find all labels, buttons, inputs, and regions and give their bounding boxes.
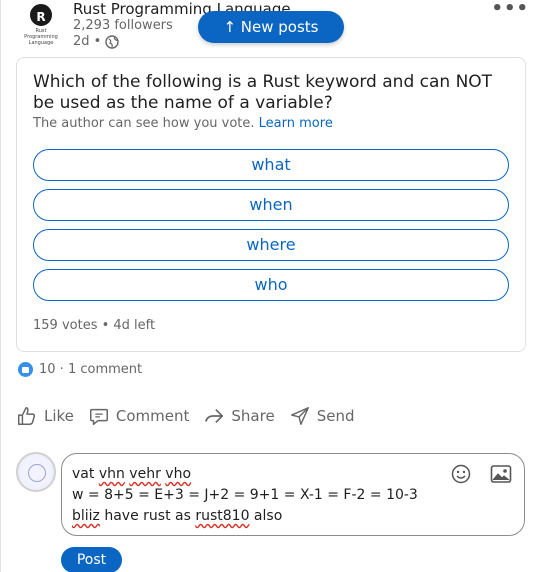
poll-option-what[interactable]: what — [33, 149, 509, 181]
comment-draft-text[interactable]: vat vhn vehr vho w = 8+5 = E+3 = J+2 = 9… — [72, 464, 442, 527]
poll-note-text: The author can see how you vote. — [33, 116, 255, 131]
share-label: Share — [231, 407, 275, 425]
poll-card: Which of the following is a Rust keyword… — [16, 57, 526, 352]
comment-icon — [89, 408, 108, 425]
post-button[interactable]: Post — [61, 547, 122, 572]
poll-option-where[interactable]: where — [33, 229, 509, 261]
send-button[interactable]: Send — [289, 405, 355, 427]
comment-button[interactable]: Comment — [88, 405, 190, 427]
follower-count: 2,293 followers — [73, 18, 173, 33]
new-posts-button[interactable]: ↑ New posts — [198, 11, 344, 43]
like-label: Like — [44, 407, 74, 425]
action-bar: Like Comment Share Send — [16, 403, 368, 429]
poll-option-when[interactable]: when — [33, 189, 509, 221]
like-reaction-icon — [18, 362, 33, 377]
send-label: Send — [316, 407, 355, 425]
learn-more-link[interactable]: Learn more — [259, 116, 333, 131]
logo-caption: Rust Programming Language — [24, 28, 58, 46]
emoji-icon[interactable] — [451, 464, 471, 484]
poll-note: The author can see how you vote. Learn m… — [33, 116, 333, 131]
more-icon[interactable]: ••• — [491, 0, 529, 19]
poll-option-who[interactable]: who — [33, 269, 509, 301]
like-icon — [18, 407, 36, 425]
comment-input[interactable]: vat vhn vehr vho w = 8+5 = E+3 = J+2 = 9… — [61, 453, 525, 536]
reaction-comment-count[interactable]: 10 · 1 comment — [39, 362, 142, 377]
comment-line-1: vat vhn vehr vho — [72, 466, 192, 482]
comment-label: Comment — [115, 407, 190, 425]
group-logo[interactable]: R Rust Programming Language — [18, 4, 64, 46]
send-icon — [290, 407, 309, 425]
post-age: 2d • — [73, 34, 102, 49]
share-icon — [205, 408, 224, 424]
rust-logo-icon: R — [30, 4, 52, 26]
avatar[interactable] — [16, 452, 56, 492]
poll-question: Which of the following is a Rust keyword… — [33, 72, 493, 113]
left-border — [0, 0, 1, 572]
globe-icon — [105, 34, 120, 49]
social-counts[interactable]: 10 · 1 comment — [18, 362, 142, 377]
comment-line-2: w = 8+5 = E+3 = J+2 = 9+1 = X-1 = F-2 = … — [72, 487, 418, 503]
comment-line-3: bliiz have rust as rust810 also — [72, 508, 283, 524]
post-meta: 2d • — [73, 34, 120, 49]
image-icon[interactable] — [490, 464, 512, 484]
like-button[interactable]: Like — [16, 405, 74, 427]
poll-votes: 159 votes • 4d left — [33, 318, 156, 333]
share-button[interactable]: Share — [203, 405, 275, 427]
